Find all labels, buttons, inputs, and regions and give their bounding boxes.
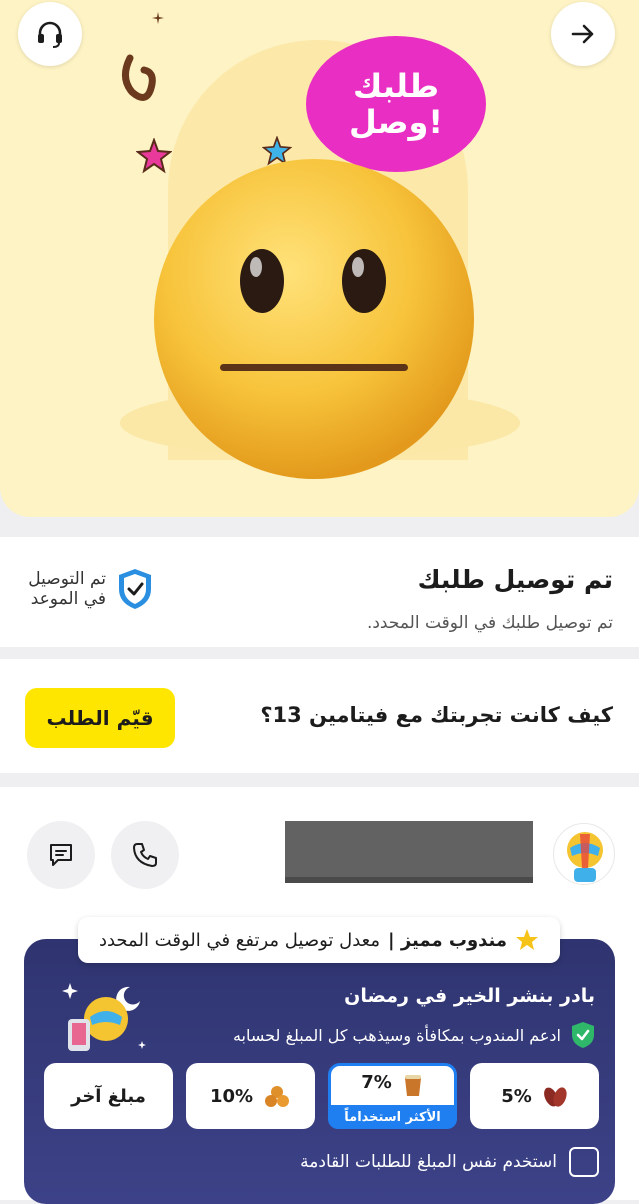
rating-card: كيف كانت تجربتك مع فيتامين 13؟ قيّم الطل… <box>0 659 639 773</box>
sweets-icon <box>265 1086 290 1107</box>
promo-subtitle: ادعم المندوب بمكافأة وسيذهب كل المبلغ لح… <box>232 1025 561 1045</box>
sparkle-icon <box>152 12 164 24</box>
arrow-right-icon <box>571 24 594 44</box>
tip-label: 7% <box>361 1072 392 1093</box>
tip-option-5[interactable]: 5% <box>470 1063 599 1129</box>
tip-options: 5% 7% الأكثر استخداماً 10% مبلغ آخر <box>40 1063 599 1129</box>
star-icon <box>516 929 539 950</box>
shield-check-icon <box>119 569 151 609</box>
bubble-text: طلبك وصل! <box>349 67 443 141</box>
driver-avatar <box>553 823 615 885</box>
neutral-face-emoji <box>154 159 474 479</box>
badge-bold-text: مندوب مميز | <box>388 929 508 951</box>
arabic-numeral-decoration <box>122 54 156 101</box>
shield-check-icon <box>572 1022 594 1048</box>
reuse-amount-checkbox[interactable] <box>569 1147 599 1177</box>
ramadan-tip-promo: بادر بنشر الخير في رمضان ادعم المندوب بم… <box>24 939 615 1204</box>
reuse-amount-label: استخدم نفس المبلغ للطلبات القادمة <box>300 1152 557 1172</box>
driver-name-redacted <box>285 821 533 883</box>
tip-label: مبلغ آخر <box>71 1085 146 1107</box>
rate-order-button[interactable]: قيّم الطلب <box>25 688 175 748</box>
support-button[interactable] <box>18 2 82 66</box>
chat-button[interactable] <box>27 821 95 889</box>
speech-bubble: طلبك وصل! <box>306 36 486 172</box>
status-subtitle: تم توصيل طلبك في الوقت المحدد. <box>366 613 613 633</box>
tea-icon <box>404 1075 421 1096</box>
rating-question: كيف كانت تجربتك مع فيتامين 13؟ <box>260 703 613 727</box>
ontime-label: تم التوصيل في الموعد <box>28 569 106 609</box>
call-button[interactable] <box>111 821 179 889</box>
chat-icon <box>50 844 72 866</box>
tip-option-custom[interactable]: مبلغ آخر <box>44 1063 173 1129</box>
hero-banner: طلبك وصل! <box>0 0 639 517</box>
most-used-ribbon: الأكثر استخداماً <box>328 1105 457 1129</box>
tip-label: 10% <box>209 1085 254 1107</box>
status-title: تم توصيل طلبك <box>417 565 613 594</box>
call-icon <box>133 843 157 867</box>
promo-subtitle-row: ادعم المندوب بمكافأة وسيذهب كل المبلغ لح… <box>233 1021 595 1049</box>
driver-card: مندوب مميز | معدل توصيل مرتفع في الوقت ا… <box>0 787 639 1204</box>
tip-label: 5% <box>501 1085 532 1107</box>
reuse-amount-row[interactable]: استخدم نفس المبلغ للطلبات القادمة <box>300 1147 599 1177</box>
tip-option-7[interactable]: 7% الأكثر استخداماً <box>328 1063 457 1129</box>
ramadan-lantern-icon <box>62 983 146 1051</box>
ontime-badge: تم التوصيل في الموعد <box>24 567 154 611</box>
delivery-status-card: تم توصيل طلبك تم توصيل طلبك في الوقت الم… <box>0 537 639 647</box>
tip-option-10[interactable]: 10% <box>186 1063 315 1129</box>
headset-icon <box>38 21 62 48</box>
helmet-mascot-icon <box>567 832 603 882</box>
star-driver-badge: مندوب مميز | معدل توصيل مرتفع في الوقت ا… <box>78 917 560 963</box>
dates-icon <box>543 1087 567 1107</box>
badge-text: معدل توصيل مرتفع في الوقت المحدد <box>98 929 380 951</box>
forward-button[interactable] <box>551 2 615 66</box>
promo-title: بادر بنشر الخير في رمضان <box>344 985 595 1007</box>
